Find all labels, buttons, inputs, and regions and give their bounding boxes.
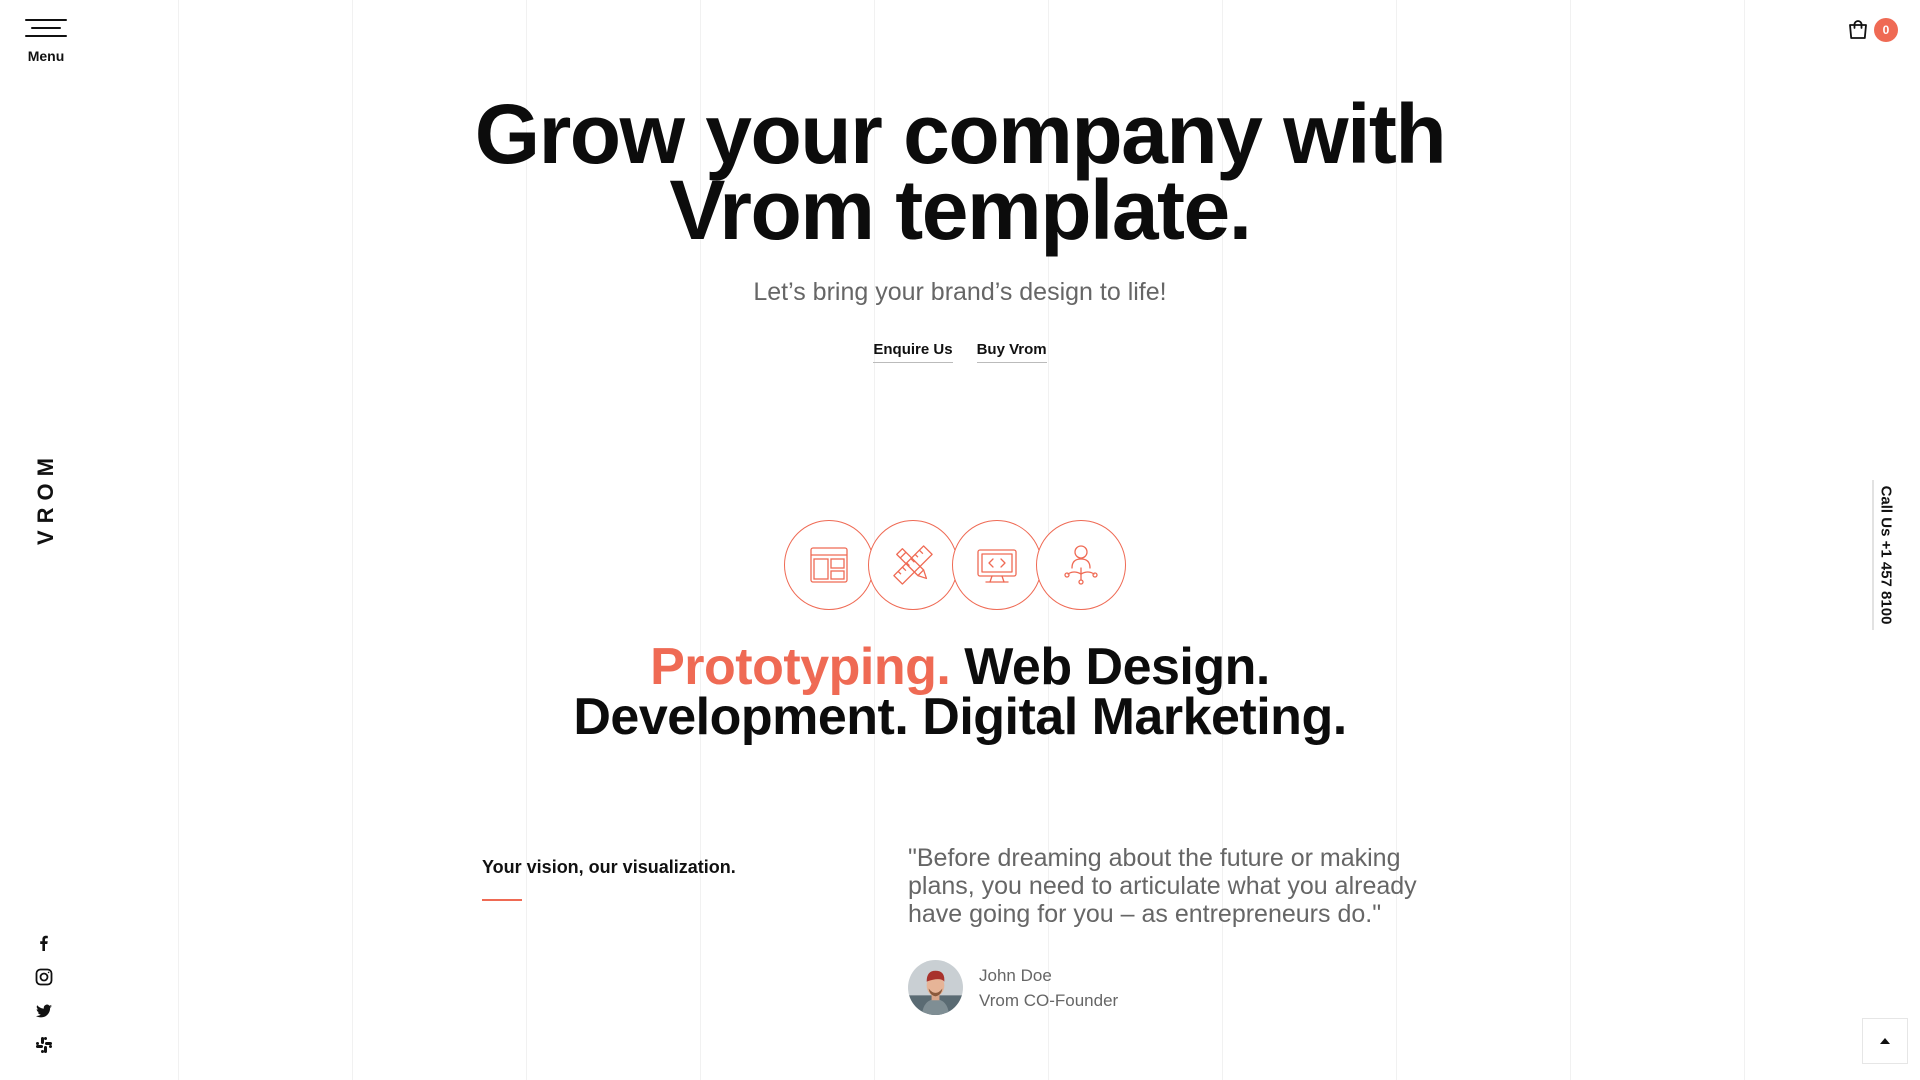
code-monitor-icon — [952, 520, 1042, 610]
headline-line2: Development. Digital Marketing. — [573, 688, 1347, 746]
vision-heading: Your vision, our visualization. — [482, 857, 736, 877]
shopping-bag-icon — [1849, 20, 1867, 39]
call-us-link[interactable]: Call Us +1 457 8100 — [1878, 486, 1895, 625]
accent-divider — [482, 899, 522, 901]
facebook-icon[interactable] — [34, 933, 54, 953]
hero-section: Grow your company with Vrom template. Le… — [0, 87, 1920, 363]
hero-title-line1: Grow your company with — [474, 87, 1447, 181]
pencil-ruler-icon — [868, 520, 958, 610]
avatar — [908, 960, 963, 1015]
twitter-icon[interactable] — [34, 1001, 54, 1021]
slack-icon[interactable] — [34, 1035, 54, 1055]
author-role: Vrom CO-Founder — [979, 990, 1119, 1010]
enquire-us-link[interactable]: Enquire Us — [873, 341, 953, 363]
hero-links: Enquire Us Buy Vrom — [0, 341, 1920, 363]
service-icons — [784, 520, 1126, 610]
back-to-top-button[interactable] — [1862, 1018, 1908, 1064]
social-links — [34, 933, 54, 1055]
brand-logo[interactable]: VROM — [33, 451, 59, 545]
call-us-bar: Call Us +1 457 8100 — [1872, 480, 1898, 630]
network-user-icon — [1036, 520, 1126, 610]
menu-label: Menu — [27, 48, 65, 64]
cart-count-badge: 0 — [1874, 18, 1898, 42]
instagram-icon[interactable] — [34, 967, 54, 987]
services-headline: Prototyping. Web Design. Development. Di… — [0, 641, 1920, 746]
buy-vrom-link[interactable]: Buy Vrom — [976, 341, 1047, 363]
arrow-up-icon — [1880, 1038, 1890, 1044]
hero-title-line2: Vrom template. — [669, 163, 1252, 257]
author-info: John Doe Vrom CO-Founder — [979, 963, 1118, 1013]
testimonial-quote: "Before dreaming about the future or mak… — [908, 844, 1417, 928]
testimonial-author: John Doe Vrom CO-Founder — [908, 960, 1118, 1015]
hamburger-icon — [25, 16, 67, 40]
hero-subtitle: Let’s bring your brand’s design to life! — [753, 278, 1167, 306]
hero-title: Grow your company with Vrom template. — [0, 87, 1920, 257]
author-name: John Doe — [979, 965, 1052, 985]
menu-button[interactable]: Menu — [22, 16, 70, 64]
cart-button[interactable]: 0 — [1846, 18, 1898, 42]
layout-icon — [784, 520, 874, 610]
